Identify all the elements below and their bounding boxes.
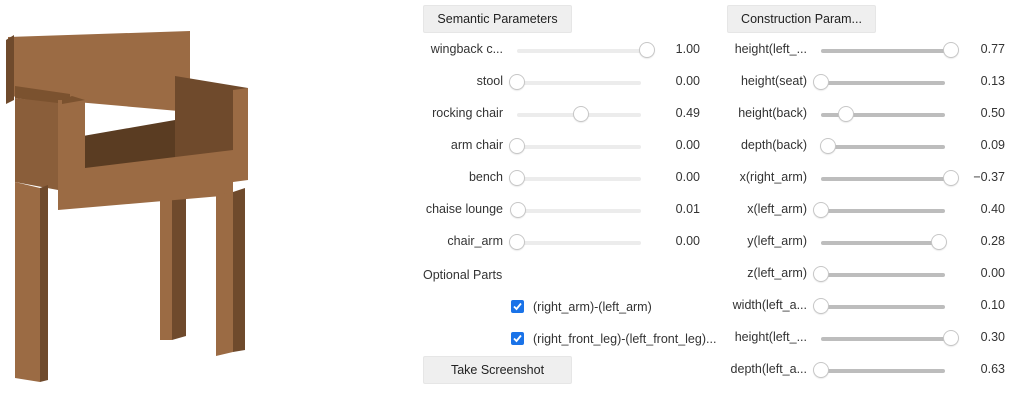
slider-thumb[interactable] bbox=[813, 298, 829, 314]
slider-track[interactable] bbox=[821, 241, 945, 245]
slider-row: height(left_... 0.77 bbox=[727, 40, 1017, 60]
slider-thumb[interactable] bbox=[931, 234, 948, 250]
slider-track[interactable] bbox=[517, 49, 641, 53]
slider-row: height(back) 0.50 bbox=[727, 104, 1017, 124]
slider-label: y(left_arm) bbox=[747, 234, 807, 248]
slider-thumb[interactable] bbox=[510, 202, 527, 218]
slider-thumb[interactable] bbox=[837, 106, 854, 122]
chair-render bbox=[6, 31, 248, 382]
slider-value: 0.00 bbox=[980, 266, 1005, 280]
slider-value: 0.01 bbox=[675, 202, 700, 216]
slider-track[interactable] bbox=[517, 81, 641, 85]
optional-parts-title: Optional Parts bbox=[423, 268, 503, 282]
slider-label: rocking chair bbox=[432, 106, 503, 120]
slider-label: stool bbox=[476, 74, 503, 88]
slider-track[interactable] bbox=[821, 209, 945, 213]
slider-value: 1.00 bbox=[675, 42, 700, 56]
slider-label: z(left_arm) bbox=[747, 266, 807, 280]
take-screenshot-button[interactable]: Take Screenshot bbox=[423, 356, 572, 384]
slider-thumb[interactable] bbox=[509, 74, 525, 90]
slider-value: 0.40 bbox=[980, 202, 1005, 216]
checkbox-label-front-legs: (right_front_leg)-(left_front_leg)... bbox=[533, 332, 717, 346]
slider-thumb[interactable] bbox=[509, 170, 525, 186]
slider-thumb[interactable] bbox=[509, 234, 525, 250]
slider-label: height(back) bbox=[738, 106, 807, 120]
slider-label: x(left_arm) bbox=[747, 202, 807, 216]
construction-parameters-button[interactable]: Construction Param... bbox=[727, 5, 876, 33]
slider-label: wingback c... bbox=[430, 42, 503, 56]
slider-row: height(left_... 0.30 bbox=[727, 328, 1017, 348]
slider-row: wingback c... 1.00 bbox=[423, 40, 713, 60]
slider-thumb[interactable] bbox=[943, 170, 959, 186]
slider-value: 0.28 bbox=[980, 234, 1005, 248]
slider-row: chaise lounge 0.01 bbox=[423, 200, 713, 220]
slider-label: arm chair bbox=[450, 138, 503, 152]
slider-thumb[interactable] bbox=[572, 106, 589, 122]
slider-track[interactable] bbox=[821, 145, 945, 149]
slider-label: height(seat) bbox=[740, 74, 807, 88]
slider-value: 0.00 bbox=[675, 138, 700, 152]
slider-thumb[interactable] bbox=[943, 42, 959, 58]
slider-value: 0.50 bbox=[980, 106, 1005, 120]
slider-value: 0.13 bbox=[980, 74, 1005, 88]
slider-value: −0.37 bbox=[973, 170, 1005, 184]
slider-row: x(right_arm) −0.37 bbox=[727, 168, 1017, 188]
slider-value: 0.00 bbox=[675, 74, 700, 88]
slider-track[interactable] bbox=[517, 177, 641, 181]
semantic-parameters-button[interactable]: Semantic Parameters bbox=[423, 5, 572, 33]
slider-value: 0.77 bbox=[980, 42, 1005, 56]
slider-track[interactable] bbox=[821, 49, 945, 53]
slider-row: height(seat) 0.13 bbox=[727, 72, 1017, 92]
slider-row: width(left_a... 0.10 bbox=[727, 296, 1017, 316]
slider-label: height(left_... bbox=[734, 330, 807, 344]
slider-label: width(left_a... bbox=[732, 298, 807, 312]
slider-label: chaise lounge bbox=[425, 202, 503, 216]
slider-thumb[interactable] bbox=[813, 362, 829, 378]
slider-value: 0.63 bbox=[980, 362, 1005, 376]
slider-label: depth(back) bbox=[740, 138, 807, 152]
slider-label: chair_arm bbox=[447, 234, 503, 248]
slider-thumb[interactable] bbox=[813, 202, 829, 218]
slider-value: 0.00 bbox=[675, 170, 700, 184]
slider-label: depth(left_a... bbox=[730, 362, 807, 376]
slider-label: x(right_arm) bbox=[739, 170, 807, 184]
slider-row: arm chair 0.00 bbox=[423, 136, 713, 156]
slider-thumb[interactable] bbox=[943, 330, 959, 346]
slider-value: 0.10 bbox=[980, 298, 1005, 312]
slider-value: 0.30 bbox=[980, 330, 1005, 344]
slider-row: bench 0.00 bbox=[423, 168, 713, 188]
slider-value: 0.49 bbox=[675, 106, 700, 120]
checkbox-front-legs[interactable] bbox=[511, 332, 524, 345]
slider-thumb[interactable] bbox=[819, 138, 836, 154]
slider-row: depth(back) 0.09 bbox=[727, 136, 1017, 156]
checkbox-right-left-arm[interactable] bbox=[511, 300, 524, 313]
slider-track[interactable] bbox=[517, 145, 641, 149]
slider-label: bench bbox=[468, 170, 503, 184]
slider-thumb[interactable] bbox=[639, 42, 655, 58]
slider-value: 0.00 bbox=[675, 234, 700, 248]
slider-track[interactable] bbox=[821, 369, 945, 373]
slider-row: rocking chair 0.49 bbox=[423, 104, 713, 124]
slider-track[interactable] bbox=[517, 209, 641, 213]
slider-track[interactable] bbox=[821, 273, 945, 277]
slider-track[interactable] bbox=[821, 81, 945, 85]
slider-track[interactable] bbox=[517, 241, 641, 245]
slider-value: 0.09 bbox=[980, 138, 1005, 152]
slider-thumb[interactable] bbox=[813, 266, 829, 282]
slider-row: depth(left_a... 0.63 bbox=[727, 360, 1017, 380]
slider-row: stool 0.00 bbox=[423, 72, 713, 92]
slider-row: y(left_arm) 0.28 bbox=[727, 232, 1017, 252]
slider-label: height(left_... bbox=[734, 42, 807, 56]
slider-track[interactable] bbox=[821, 177, 945, 181]
slider-track[interactable] bbox=[821, 337, 945, 341]
slider-thumb[interactable] bbox=[509, 138, 525, 154]
slider-row: chair_arm 0.00 bbox=[423, 232, 713, 252]
3d-viewport[interactable] bbox=[0, 0, 405, 415]
slider-track[interactable] bbox=[821, 305, 945, 309]
checkbox-label-right-left-arm: (right_arm)-(left_arm) bbox=[533, 300, 652, 314]
slider-row: x(left_arm) 0.40 bbox=[727, 200, 1017, 220]
slider-row: z(left_arm) 0.00 bbox=[727, 264, 1017, 284]
slider-thumb[interactable] bbox=[813, 74, 829, 90]
